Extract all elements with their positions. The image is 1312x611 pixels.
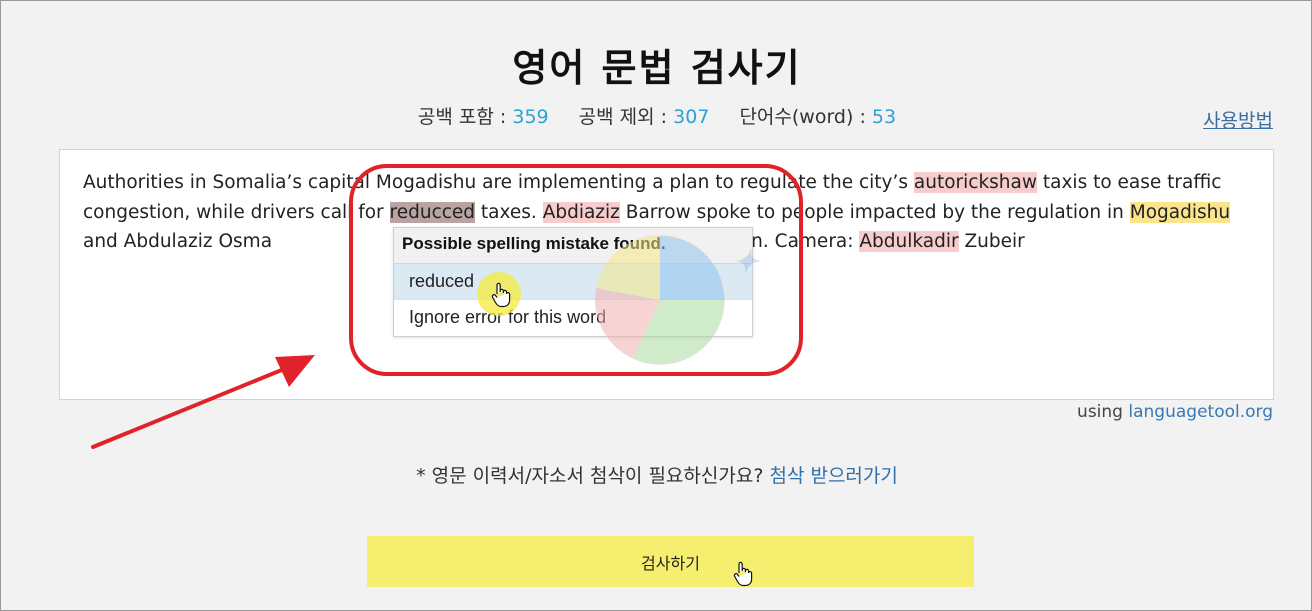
promo-text: * 영문 이력서/자소서 첨삭이 필요하신가요? bbox=[416, 465, 770, 487]
stat-words-label: 단어수(word) : bbox=[739, 106, 866, 128]
style-warning-mogadishu[interactable]: Mogadishu bbox=[1129, 201, 1231, 223]
how-to-use-link[interactable]: 사용방법 bbox=[1203, 106, 1273, 133]
editor-text-segment: Authorities in Somalia’s capital Mogadis… bbox=[83, 172, 914, 193]
stat-words: 단어수(word) : 53 bbox=[739, 106, 896, 128]
stat-with-spaces-label: 공백 포함 : bbox=[417, 106, 507, 128]
powered-by: using languagetool.org bbox=[1077, 402, 1273, 422]
character-stats: 공백 포함 : 359 공백 제외 : 307 단어수(word) : 53 bbox=[1, 102, 1312, 129]
hand-cursor-icon bbox=[491, 282, 511, 308]
editor-text-segment: taxes. bbox=[475, 201, 543, 223]
languagetool-link[interactable]: languagetool.org bbox=[1128, 402, 1273, 422]
proofreading-promo: * 영문 이력서/자소서 첨삭이 필요하신가요? 첨삭 받으러가기 bbox=[1, 461, 1312, 488]
stat-without-spaces-value: 307 bbox=[673, 106, 710, 128]
watermark-decoration: ✦ bbox=[733, 245, 759, 280]
check-grammar-button[interactable]: 검사하기 bbox=[367, 536, 974, 587]
page-title: 영어 문법 검사기 bbox=[512, 46, 802, 90]
spelling-error-reducced[interactable]: reducced bbox=[389, 201, 476, 223]
hand-cursor-icon bbox=[733, 561, 753, 587]
editor-text-segment: and Abdulaziz Osma bbox=[83, 231, 273, 252]
spelling-error-autorickshaw[interactable]: autorickshaw bbox=[913, 172, 1038, 193]
stat-without-spaces: 공백 제외 : 307 bbox=[579, 106, 716, 128]
stat-with-spaces-value: 359 bbox=[512, 106, 549, 128]
proofreading-link[interactable]: 첨삭 받으러가기 bbox=[769, 465, 897, 487]
annotation-arrow-icon bbox=[91, 355, 315, 449]
stat-words-value: 53 bbox=[871, 106, 897, 128]
spelling-suggestion-popup: Possible spelling mistake found. reduced… bbox=[393, 227, 753, 337]
check-grammar-button-label: 검사하기 bbox=[641, 553, 700, 573]
stat-without-spaces-label: 공백 제외 : bbox=[578, 106, 668, 128]
suggestion-reduced[interactable]: reduced bbox=[394, 264, 752, 300]
spelling-error-abdulkadir[interactable]: Abdulkadir bbox=[859, 231, 959, 252]
powered-by-label: using bbox=[1077, 402, 1129, 422]
spelling-error-abdiaziz[interactable]: Abdiaziz bbox=[542, 201, 620, 223]
editor-text-segment: Barrow spoke to people impacted by the r… bbox=[619, 201, 1130, 223]
popup-header: Possible spelling mistake found. bbox=[394, 228, 752, 264]
stat-with-spaces: 공백 포함 : 359 bbox=[418, 106, 555, 128]
ignore-error-option[interactable]: Ignore error for this word bbox=[394, 300, 752, 336]
editor-text-segment: Zubeir bbox=[958, 231, 1025, 252]
